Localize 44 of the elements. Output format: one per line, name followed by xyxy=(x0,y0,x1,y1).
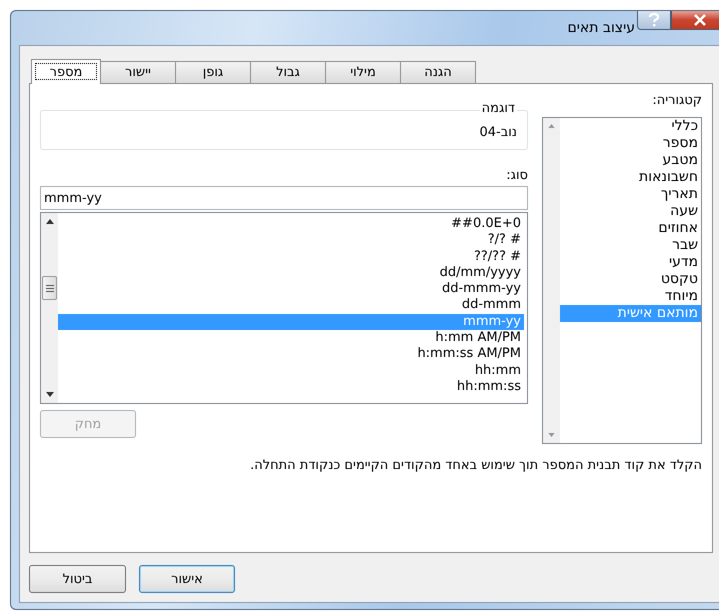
list-item[interactable]: h:mm AM/PM xyxy=(58,330,524,346)
list-item[interactable]: אחוזים xyxy=(560,220,701,237)
type-input-field[interactable]: mmm-yy xyxy=(40,186,528,210)
list-item[interactable]: כללי xyxy=(560,118,701,135)
tab[interactable]: מספר xyxy=(31,59,101,84)
list-item[interactable]: dd/mm/yyyy xyxy=(58,264,524,282)
type-label: סוג: xyxy=(505,168,528,185)
tab[interactable]: מילוי xyxy=(325,61,401,83)
list-item[interactable]: h:mm:ss AM/PM xyxy=(58,346,524,363)
list-item[interactable]: מדעי xyxy=(560,254,701,271)
list-item[interactable]: ##0.0E+0 xyxy=(58,216,524,232)
scroll-down-icon[interactable] xyxy=(46,392,54,397)
list-item[interactable]: שבר xyxy=(560,237,701,254)
list-item[interactable]: hh:mm xyxy=(58,362,524,379)
close-icon xyxy=(693,14,707,26)
grip-icon xyxy=(46,284,54,292)
list-item[interactable]: טקסט xyxy=(560,271,701,288)
list-item[interactable]: מספר xyxy=(560,135,701,152)
tab[interactable]: גופן xyxy=(175,61,251,83)
scroll-thumb[interactable] xyxy=(42,276,57,300)
tab[interactable]: יישור xyxy=(100,61,176,83)
list-item[interactable]: # ?/? xyxy=(58,232,524,249)
list-item[interactable]: hh:mm:ss xyxy=(58,378,524,396)
list-item[interactable]: dd-mmm xyxy=(58,297,524,314)
help-button[interactable] xyxy=(637,11,671,30)
list-item[interactable]: מטבע xyxy=(560,152,701,169)
list-item[interactable]: dd-mmm-yy xyxy=(58,281,524,298)
window-title: עיצוב תאים xyxy=(567,20,635,36)
description-text: הקלד את קוד תבנית המספר תוך שימוש באחד מהקודים הקיימים כנקודת התחלה. xyxy=(249,458,702,473)
list-item[interactable]: חשבונאות xyxy=(560,169,701,186)
category-label: קטגוריה: xyxy=(651,93,702,110)
cancel-button[interactable]: ביטול xyxy=(29,565,126,593)
tab[interactable]: גבול xyxy=(250,61,326,83)
tab[interactable]: הגנה xyxy=(400,61,476,83)
ok-button[interactable]: אישור xyxy=(139,565,235,593)
scrollbar[interactable] xyxy=(41,213,58,403)
scroll-up-icon[interactable] xyxy=(46,219,54,224)
list-item[interactable]: # ??/?? xyxy=(58,248,524,265)
close-button[interactable] xyxy=(671,11,719,30)
list-item[interactable]: שעה xyxy=(560,203,701,220)
list-item[interactable]: תאריך xyxy=(560,186,701,203)
list-item[interactable]: מיוחד xyxy=(560,288,701,305)
sample-value: נוב-04 xyxy=(479,125,517,140)
help-icon xyxy=(648,13,660,27)
